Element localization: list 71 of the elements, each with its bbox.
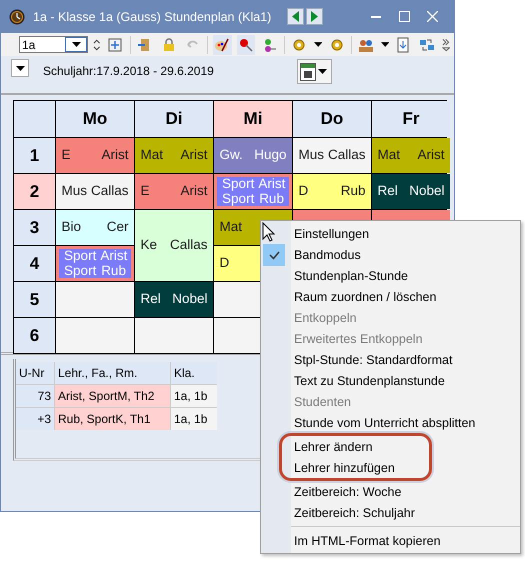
close-icon (426, 11, 438, 22)
window-title: 1a - Klasse 1a (Gauss) Stundenplan (Kla1) (33, 10, 272, 24)
menu-item[interactable]: Lehrer hinzufügen (282, 457, 429, 478)
lesson-cell[interactable]: Mat Arist (372, 138, 450, 173)
caret-icon (16, 66, 24, 70)
day-header: Mi (214, 101, 292, 137)
table-cell: 1a, 1b (171, 408, 217, 430)
menu-item[interactable]: Raum zuordnen / löschen (261, 286, 520, 307)
menu-item[interactable]: Zeitbereich: Woche (261, 481, 520, 502)
cursor-icon (262, 222, 275, 242)
lesson-cell[interactable]: Rel Nobel (135, 282, 213, 317)
table-cell: Arist, SportM, Th2 (55, 385, 170, 407)
lesson-cell[interactable]: Rel Nobel (372, 174, 450, 209)
palette-icon (214, 36, 230, 52)
column-header: Kla. (171, 362, 217, 384)
table-cell: +3 (16, 408, 54, 430)
lesson-cell[interactable]: E Arist (135, 174, 213, 209)
swap-icon (419, 36, 436, 52)
palette-button[interactable] (212, 34, 232, 54)
period-header: 5 (14, 282, 55, 317)
check-icon (268, 250, 280, 260)
lesson-cell[interactable]: E Arist (56, 138, 134, 173)
day-header: Do (293, 101, 371, 137)
lesson-cell[interactable]: Gw. Hugo (214, 138, 292, 173)
right-triangle-icon (311, 11, 318, 22)
lesson-cell[interactable]: Mus Callas (56, 174, 134, 209)
day-header: Fr (372, 101, 450, 137)
lesson-cell[interactable]: Mus Callas (293, 138, 371, 173)
calendar-button[interactable] (297, 59, 332, 84)
caret-icon (380, 42, 390, 47)
column-header: U-Nr (16, 362, 54, 384)
lesson-cell[interactable]: Bio Cer (56, 210, 134, 245)
minimize-icon (371, 16, 381, 18)
day-header: Mo (56, 101, 134, 137)
corner-cell (14, 101, 55, 137)
menu-item[interactable]: Stunde vom Unterricht absplitten (261, 412, 520, 433)
spin-arrows-icon[interactable] (93, 38, 101, 52)
menu-item[interactable]: Text zu Stundenplanstunde (261, 370, 520, 391)
maximize-icon (398, 11, 410, 22)
period-header: 1 (14, 138, 55, 173)
table-cell: Rub, SportK, Th1 (55, 408, 170, 430)
table-cell: 73 (16, 385, 54, 407)
period-header: 4 (14, 246, 55, 281)
document-icon (395, 36, 412, 52)
period-header: 6 (14, 318, 55, 353)
clock-icon (9, 8, 25, 24)
class-select[interactable]: 1a (19, 36, 88, 53)
caret-icon (314, 42, 322, 47)
caret-icon (72, 42, 81, 47)
dropdown-button[interactable] (11, 59, 29, 77)
day-header: Di (135, 101, 213, 137)
school-year-label: Schuljahr:17.9.2018 - 29.6.2019 (43, 64, 215, 78)
left-triangle-icon (292, 11, 300, 22)
move-icon (107, 36, 124, 52)
menu-item[interactable]: Zeitbereich: Schuljahr (261, 502, 520, 523)
lesson-cell[interactable]: Ke Callas (135, 210, 213, 281)
overflow-icon[interactable] (442, 38, 450, 52)
menu-item[interactable]: Lehrer ändern (282, 436, 429, 457)
caret-icon (318, 69, 327, 74)
pin-icon (238, 36, 254, 52)
lesson-cell[interactable]: Mat Arist (135, 138, 213, 173)
menu-item[interactable]: Stpl-Stunde: Standardformat (261, 349, 520, 370)
previous-button[interactable] (287, 8, 304, 25)
lesson-cell[interactable]: D Rub (293, 174, 371, 209)
calendar-icon (300, 62, 316, 80)
pin-button[interactable] (236, 34, 256, 54)
table-cell: 1a, 1b (171, 385, 217, 407)
period-header: 2 (14, 174, 55, 209)
column-header: Lehr., Fa., Rm. (55, 362, 170, 384)
period-header: 3 (14, 210, 55, 245)
next-button[interactable] (306, 8, 324, 25)
